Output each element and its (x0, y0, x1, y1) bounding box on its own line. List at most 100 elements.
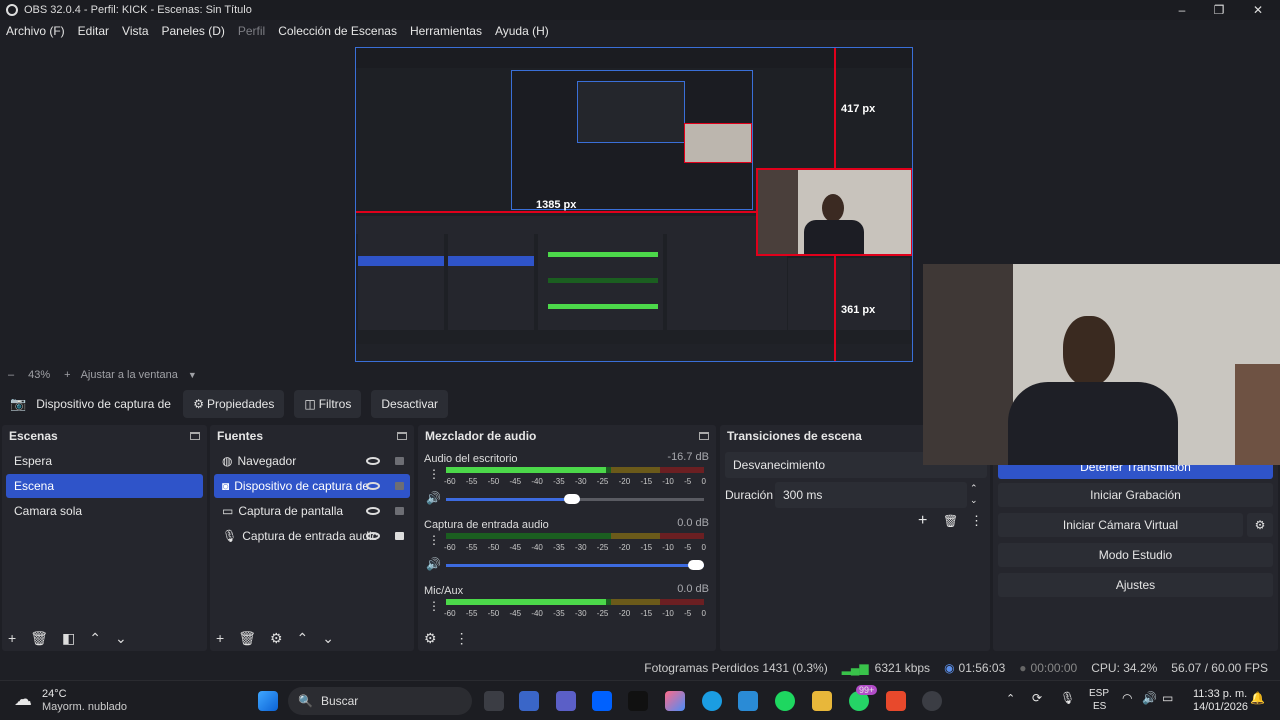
windows-start-icon[interactable] (258, 691, 278, 711)
zoom-out-button[interactable]: – (8, 369, 14, 381)
wifi-icon[interactable]: ◠ (1122, 691, 1132, 705)
minimize-button[interactable]: – (1162, 0, 1202, 20)
sync-icon[interactable]: ⟳ (1032, 691, 1042, 705)
lock-icon[interactable] (395, 482, 404, 490)
task-view-icon[interactable] (484, 691, 504, 711)
virtual-camera-button[interactable]: Iniciar Cámara Virtual (998, 513, 1243, 537)
x-app-icon[interactable] (628, 691, 648, 711)
more-icon[interactable]: ⋮ (455, 630, 469, 647)
weather-text: Mayorm. nublado (42, 701, 127, 713)
eye-icon[interactable] (366, 532, 380, 540)
language-top[interactable]: ESP (1089, 688, 1109, 699)
source-item-dispositivo[interactable]: ◙ Dispositivo de captura de (214, 474, 410, 498)
file-explorer-icon[interactable] (812, 691, 832, 711)
scene-filter-icon[interactable]: ◧ (62, 630, 75, 647)
clock-date[interactable]: 14/01/2026 (1193, 701, 1248, 713)
start-recording-button[interactable]: Iniciar Grabación (998, 483, 1273, 507)
search-placeholder: Buscar (320, 694, 359, 708)
scene-item-camara-sola[interactable]: Camara sola (6, 499, 203, 523)
microphone-icon[interactable]: 🎙 (1060, 691, 1075, 705)
channel-menu-icon[interactable]: ⋮ (428, 467, 440, 481)
volume-icon[interactable]: 🔊 (1142, 691, 1157, 705)
volume-slider[interactable] (446, 560, 704, 570)
chevron-up-icon[interactable]: ⌃ (297, 630, 309, 647)
trash-icon[interactable]: 🗑 (30, 630, 48, 647)
add-transition-icon[interactable]: + (918, 512, 927, 530)
lock-icon[interactable] (395, 457, 404, 465)
record-icon: ● (1019, 661, 1027, 675)
more-icon[interactable]: ⋮ (970, 513, 983, 529)
menu-herramientas[interactable]: Herramientas (410, 24, 482, 38)
taskbar-search[interactable]: 🔍 Buscar (288, 687, 472, 715)
volume-knob[interactable] (688, 560, 704, 570)
gear-icon[interactable]: ⚙ (1247, 513, 1273, 537)
brave-icon[interactable] (886, 691, 906, 711)
volume-slider[interactable] (446, 494, 704, 504)
microphone-icon: 🎙 (222, 529, 238, 543)
scene-item-escena[interactable]: Escena (6, 474, 203, 498)
trash-icon[interactable]: 🗑 (238, 630, 256, 647)
menu-perfil[interactable]: Perfil (238, 24, 265, 38)
dropbox-icon[interactable] (592, 691, 612, 711)
menu-editar[interactable]: Editar (78, 24, 109, 38)
channel-menu-icon[interactable]: ⋮ (428, 533, 440, 547)
duration-input[interactable]: 300 ms (775, 482, 967, 508)
deactivate-button[interactable]: Desactivar (371, 390, 449, 418)
add-source-icon[interactable]: + (216, 630, 224, 646)
studio-mode-button[interactable]: Modo Estudio (998, 543, 1273, 567)
preview-canvas[interactable]: 417 px 1385 px 361 px (355, 47, 913, 362)
undock-icon[interactable] (397, 432, 407, 440)
source-item-navegador[interactable]: ◍ Navegador (214, 449, 410, 473)
trash-icon[interactable]: 🗑 (943, 514, 958, 528)
filters-button[interactable]: ◫ Filtros (294, 390, 362, 418)
close-button[interactable]: ✕ (1238, 0, 1278, 20)
add-scene-icon[interactable]: + (8, 630, 16, 646)
language-bottom[interactable]: ES (1093, 701, 1106, 712)
signal-icon: ▂▄▆ (841, 661, 869, 675)
zoom-dropdown-icon[interactable]: ▼ (188, 370, 197, 380)
eye-icon[interactable] (366, 482, 380, 490)
eye-icon[interactable] (366, 507, 380, 515)
gear-icon[interactable]: ⚙ (424, 630, 437, 647)
menu-vista[interactable]: Vista (122, 24, 148, 38)
channel-menu-icon[interactable]: ⋮ (428, 599, 440, 613)
battery-icon[interactable]: ▭ (1162, 691, 1173, 705)
volume-fill (446, 498, 581, 501)
spotify-icon[interactable] (775, 691, 795, 711)
volume-knob[interactable] (564, 494, 581, 504)
edge-icon[interactable] (702, 691, 722, 711)
source-item-captura-pantalla[interactable]: ▭ Captura de pantalla (214, 499, 410, 523)
copilot-icon[interactable] (665, 691, 685, 711)
properties-button[interactable]: ⚙ Propiedades (183, 390, 285, 418)
maximize-button[interactable]: ❐ (1199, 0, 1239, 20)
undock-icon[interactable] (190, 432, 200, 440)
lock-icon[interactable] (395, 507, 404, 515)
clock-time[interactable]: 11:33 p. m. (1193, 688, 1247, 700)
zoom-in-button[interactable]: + (64, 369, 70, 381)
chevron-up-icon[interactable]: ⌃ (1006, 692, 1015, 705)
speaker-icon[interactable]: 🔊 (426, 491, 441, 505)
fit-window-button[interactable]: Ajustar a la ventana (81, 369, 178, 381)
settings-button[interactable]: Ajustes (998, 573, 1273, 597)
chevron-down-icon[interactable]: ⌄ (115, 630, 127, 647)
eye-icon[interactable] (366, 457, 380, 465)
scene-item-espera[interactable]: Espera (6, 449, 203, 473)
teams-icon[interactable] (556, 691, 576, 711)
menu-archivo[interactable]: Archivo (F) (6, 24, 65, 38)
gear-icon[interactable]: ⚙ (270, 630, 283, 647)
obs-taskbar-icon[interactable] (922, 691, 942, 711)
speaker-icon[interactable]: 🔊 (426, 557, 441, 571)
menu-coleccion-escenas[interactable]: Colección de Escenas (278, 24, 397, 38)
notification-bell-icon[interactable]: 🔔 (1250, 691, 1265, 705)
store-icon[interactable] (519, 691, 539, 711)
duration-stepper-icon[interactable]: ⌃ ⌄ (970, 482, 978, 506)
chevron-down-icon[interactable]: ⌄ (322, 630, 334, 647)
lock-icon[interactable] (395, 532, 404, 540)
undock-icon[interactable] (699, 432, 709, 440)
menu-ayuda[interactable]: Ayuda (H) (495, 24, 549, 38)
selected-webcam-source[interactable] (756, 168, 912, 256)
source-item-captura-audio[interactable]: 🎙 Captura de entrada audic (214, 524, 410, 548)
vscode-icon[interactable] (738, 691, 758, 711)
menu-paneles[interactable]: Paneles (D) (162, 24, 225, 38)
chevron-up-icon[interactable]: ⌃ (89, 630, 101, 647)
